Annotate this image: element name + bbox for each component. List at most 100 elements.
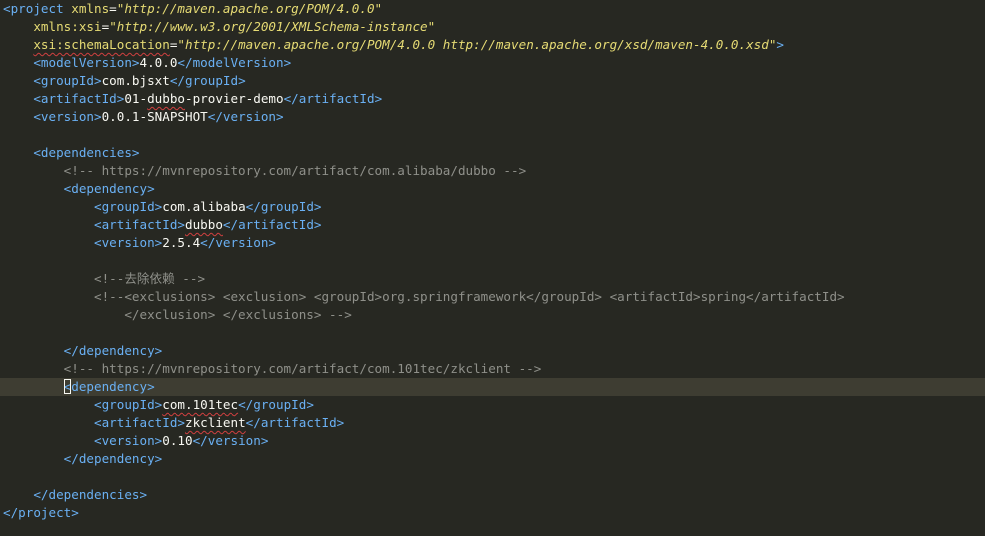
code-line[interactable] [0,468,985,486]
code-line[interactable]: <artifactId>zkclient</artifactId> [0,414,985,432]
code-token-tag: <version> [94,433,163,448]
code-line[interactable]: <artifactId>dubbo</artifactId> [0,216,985,234]
code-token-str: "http://www.w3.org/2001/XMLSchema-instan… [109,19,436,34]
code-token-tag: </artifactId> [222,217,322,232]
code-token-comment: <!--去除依赖 --> [94,271,206,286]
code-token-tag: <groupId> [94,199,163,214]
code-line[interactable]: <modelVersion>4.0.0</modelVersion> [0,54,985,72]
code-line[interactable]: xmlns:xsi="http://www.w3.org/2001/XMLSch… [0,18,985,36]
code-token-text: zkclient [185,415,246,430]
code-token-attrnm: xmlns [71,1,110,16]
code-token-tag: </artifactId> [283,91,383,106]
code-line[interactable] [0,324,985,342]
code-token-text: 4.0.0 [139,55,178,70]
code-token-comment: </exclusion> </exclusions> --> [124,307,352,322]
code-token-str: "http://maven.apache.org/POM/4.0.0" [116,1,383,16]
code-line[interactable]: </project> [0,504,985,522]
code-token-attrnm: xmlns:xsi [33,19,102,34]
code-line[interactable] [0,126,985,144]
code-token-text: 0.10 [162,433,193,448]
code-token-tag: <artifactId> [33,91,125,106]
code-token-tag: <groupId> [33,73,102,88]
code-token-tag: </version> [207,109,284,124]
code-line[interactable]: <dependencies> [0,144,985,162]
code-line[interactable]: <dependency> [0,378,985,396]
code-token-tag: <modelVersion> [33,55,140,70]
code-token-tag: <groupId> [94,397,163,412]
code-token-tag: </dependency> [63,451,163,466]
code-line[interactable]: <!-- https://mvnrepository.com/artifact/… [0,162,985,180]
code-token-tag: </version> [200,235,276,250]
code-token-text: 2.5.4 [162,235,201,250]
code-line[interactable]: </dependency> [0,342,985,360]
code-token-tag: <dependencies> [33,145,140,160]
code-editor[interactable]: <project xmlns="http://maven.apache.org/… [0,0,985,536]
spellcheck-underline: com.101tec [162,397,239,412]
code-line[interactable]: xsi:schemaLocation="http://maven.apache.… [0,36,985,54]
code-line[interactable]: <artifactId>01-dubbo-provier-demo</artif… [0,90,985,108]
code-token-text: dubbo [185,217,223,232]
code-line[interactable]: <!-- https://mvnrepository.com/artifact/… [0,360,985,378]
code-token-tag: </dependencies> [33,487,148,502]
code-token-attrnm: xsi:schemaLocation [33,37,170,52]
code-token-comment: <!-- https://mvnrepository.com/artifact/… [63,163,527,178]
spellcheck-underline: zkclient [185,415,246,430]
code-line[interactable]: <groupId>com.alibaba</groupId> [0,198,985,216]
code-line[interactable] [0,252,985,270]
code-token-tag: > [776,37,784,52]
code-token-tag: </dependency> [63,343,163,358]
code-token-tag: </groupId> [238,397,314,412]
code-line[interactable]: <project xmlns="http://maven.apache.org/… [0,0,985,18]
code-token-tag: </artifactId> [245,415,345,430]
code-token-str: "http://maven.apache.org/POM/4.0.0 http:… [177,37,777,52]
code-token-text: 01-dubbo-provier-demo [124,91,284,106]
text-cursor: < [63,379,72,394]
code-line[interactable]: <!--<exclusions> <exclusion> <groupId>or… [0,288,985,306]
code-line[interactable]: <version>2.5.4</version> [0,234,985,252]
spellcheck-underline: dubbo [185,217,223,232]
code-token-tag: </project> [3,505,79,520]
code-line[interactable]: <groupId>com.101tec</groupId> [0,396,985,414]
code-token-text: 0.0.1-SNAPSHOT [101,109,208,124]
code-token-tag: <dependency> [63,379,155,394]
code-token-tag: </groupId> [169,73,246,88]
code-token-text: com.alibaba [162,199,246,214]
spellcheck-underline: dubbo [147,91,186,106]
code-token-punct: = [109,1,117,16]
code-token-tag: </modelVersion> [177,55,292,70]
code-token-tag: </groupId> [245,199,322,214]
code-line[interactable]: </dependency> [0,450,985,468]
code-token-tag: </version> [192,433,269,448]
code-token-text: com.bjsxt [101,73,170,88]
code-line[interactable]: <version>0.10</version> [0,432,985,450]
code-token-tag: <artifactId> [94,217,185,232]
code-line[interactable]: <groupId>com.bjsxt</groupId> [0,72,985,90]
code-token-comment: <!--<exclusions> <exclusion> <groupId>or… [94,289,845,304]
code-token-tag: <dependency> [63,181,155,196]
code-line[interactable]: <!--去除依赖 --> [0,270,985,288]
code-line[interactable]: <version>0.0.1-SNAPSHOT</version> [0,108,985,126]
code-line[interactable]: </exclusion> </exclusions> --> [0,306,985,324]
code-line[interactable]: </dependencies> [0,486,985,504]
code-token-comment: <!-- https://mvnrepository.com/artifact/… [63,361,542,376]
code-token-text: com.101tec [162,397,238,412]
code-line[interactable]: <dependency> [0,180,985,198]
